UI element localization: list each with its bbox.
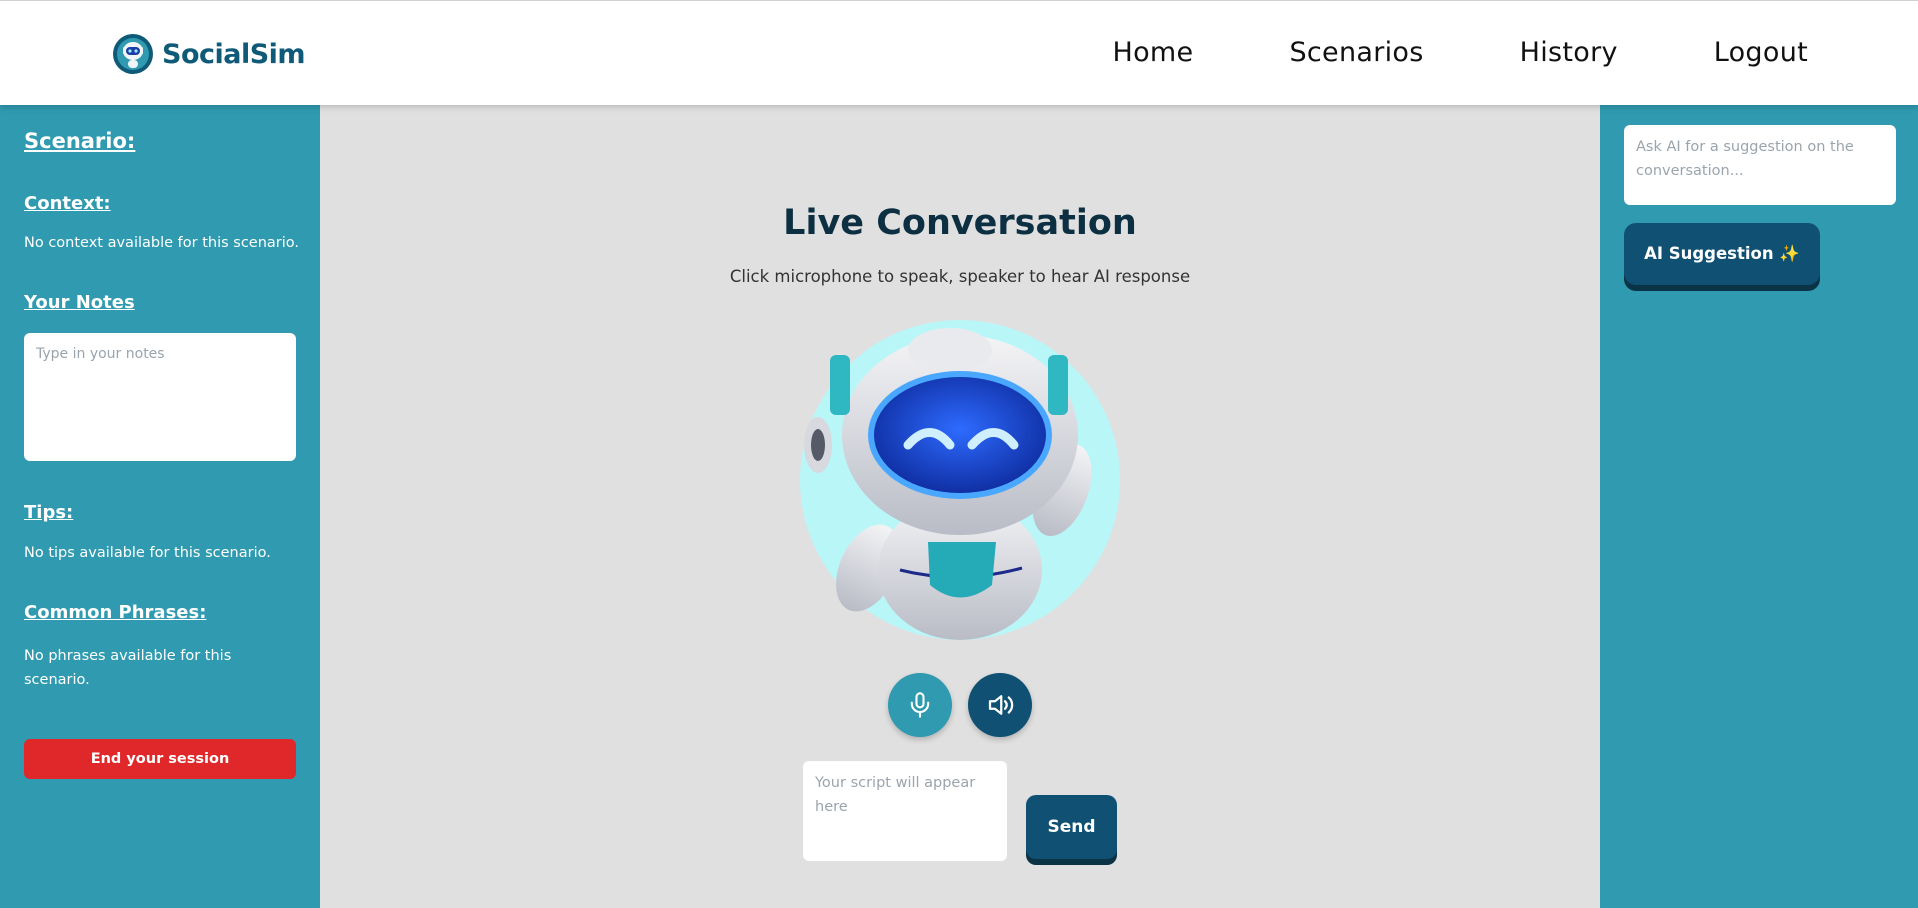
ai-suggestion-input[interactable] xyxy=(1624,125,1896,205)
script-input[interactable] xyxy=(803,761,1007,861)
notes-heading: Your Notes xyxy=(24,292,135,313)
tips-text: No tips available for this scenario. xyxy=(24,545,271,561)
page-title: Live Conversation xyxy=(783,203,1137,243)
robot-mascot-icon xyxy=(800,320,1120,640)
main-nav: Home Scenarios History Logout xyxy=(1017,37,1808,68)
phrases-text: No phrases available for this scenario. xyxy=(24,648,232,688)
speaker-button[interactable] xyxy=(968,673,1032,737)
end-session-button[interactable]: End your session xyxy=(24,739,296,779)
nav-history[interactable]: History xyxy=(1520,37,1618,68)
page-subtitle: Click microphone to speak, speaker to he… xyxy=(729,267,1191,286)
ai-suggestion-sidebar: AI Suggestion ✨ xyxy=(1600,105,1918,908)
brand-logo[interactable]: SocialSim xyxy=(112,33,306,75)
tips-heading: Tips: xyxy=(24,502,74,523)
top-header: SocialSim Home Scenarios History Logout xyxy=(0,0,1918,105)
scenario-heading: Scenario: xyxy=(24,129,136,153)
notes-input[interactable] xyxy=(24,333,296,461)
context-text: No context available for this scenario. xyxy=(24,235,299,251)
send-button[interactable]: Send xyxy=(1026,795,1117,859)
brand-name: SocialSim xyxy=(162,38,306,70)
scenario-sidebar: Scenario: Context: No context available … xyxy=(0,105,320,908)
phrases-heading: Common Phrases: xyxy=(24,602,207,623)
ai-suggestion-button[interactable]: AI Suggestion ✨ xyxy=(1624,223,1820,285)
microphone-button[interactable] xyxy=(888,673,952,737)
nav-scenarios[interactable]: Scenarios xyxy=(1289,37,1423,68)
nav-home[interactable]: Home xyxy=(1113,37,1194,68)
robot-logo-icon xyxy=(113,34,153,74)
conversation-panel: Live Conversation Click microphone to sp… xyxy=(320,105,1600,908)
microphone-icon xyxy=(910,692,930,718)
speaker-icon xyxy=(988,695,1014,715)
context-heading: Context: xyxy=(24,193,111,214)
nav-logout[interactable]: Logout xyxy=(1714,37,1808,68)
